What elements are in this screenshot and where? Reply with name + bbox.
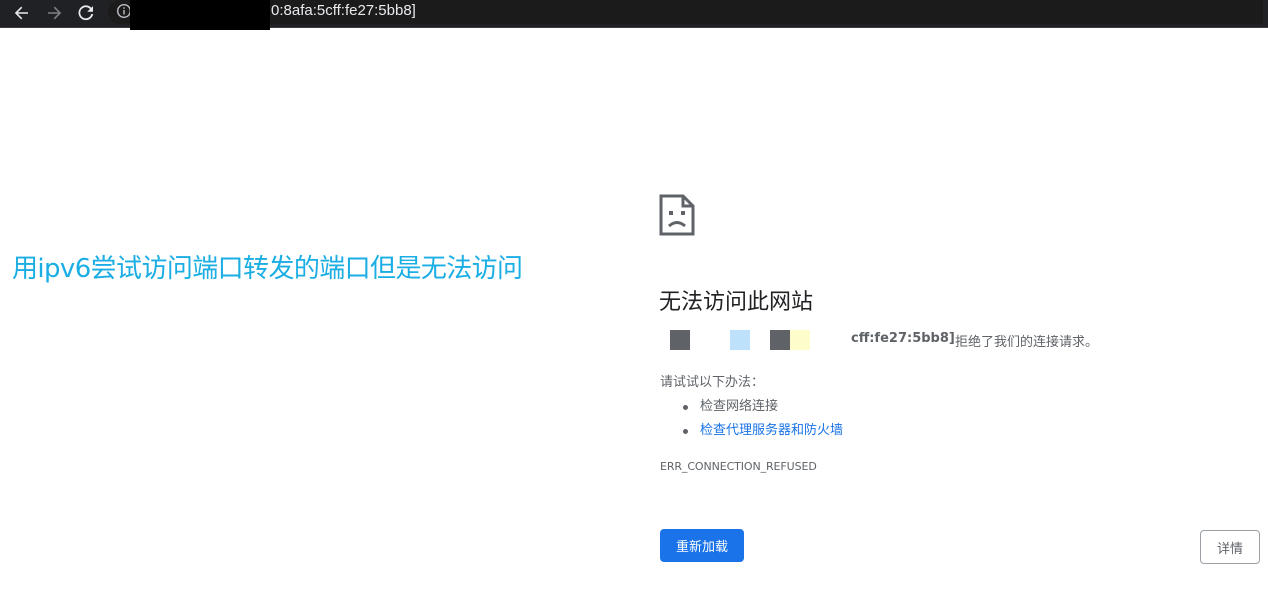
suggestions-label: 请试试以下办法：: [660, 375, 765, 390]
suggestion-item: 检查网络连接: [683, 395, 843, 419]
back-button[interactable]: [11, 2, 33, 24]
url-text[interactable]: 0:8afa:5cff:fe27:5bb8]: [271, 1, 416, 21]
forward-button[interactable]: [43, 2, 65, 24]
suggestion-check-proxy-link[interactable]: 检查代理服务器和防火墙: [700, 423, 843, 438]
mosaic-block: [770, 330, 790, 350]
suggestion-check-network: 检查网络连接: [700, 399, 779, 414]
mosaic-block: [670, 330, 690, 350]
host-name: cff:fe27:5bb8]: [851, 331, 955, 346]
error-code: ERR_CONNECTION_REFUSED: [660, 460, 817, 473]
details-button[interactable]: 详情: [1200, 530, 1260, 564]
reload-icon: [78, 5, 94, 21]
suggestions-list: 检查网络连接 检查代理服务器和防火墙: [683, 395, 843, 443]
suggestion-item: 检查代理服务器和防火墙: [683, 419, 843, 443]
redaction-bar: [130, 0, 270, 30]
error-title: 无法访问此网站: [659, 290, 814, 315]
refused-message: 拒绝了我们的连接请求。: [955, 335, 1099, 350]
mosaic-block: [730, 330, 750, 350]
annotation-text: 用ipv6尝试访问端口转发的端口但是无法访问: [12, 254, 523, 284]
host-mosaic: [670, 330, 845, 350]
reload-button[interactable]: 重新加载: [660, 529, 744, 562]
arrow-right-icon: [48, 6, 62, 20]
arrow-left-icon: [14, 6, 28, 20]
sad-page-icon: [659, 194, 695, 236]
reload-page-button[interactable]: [75, 2, 97, 24]
mosaic-block: [790, 330, 810, 350]
